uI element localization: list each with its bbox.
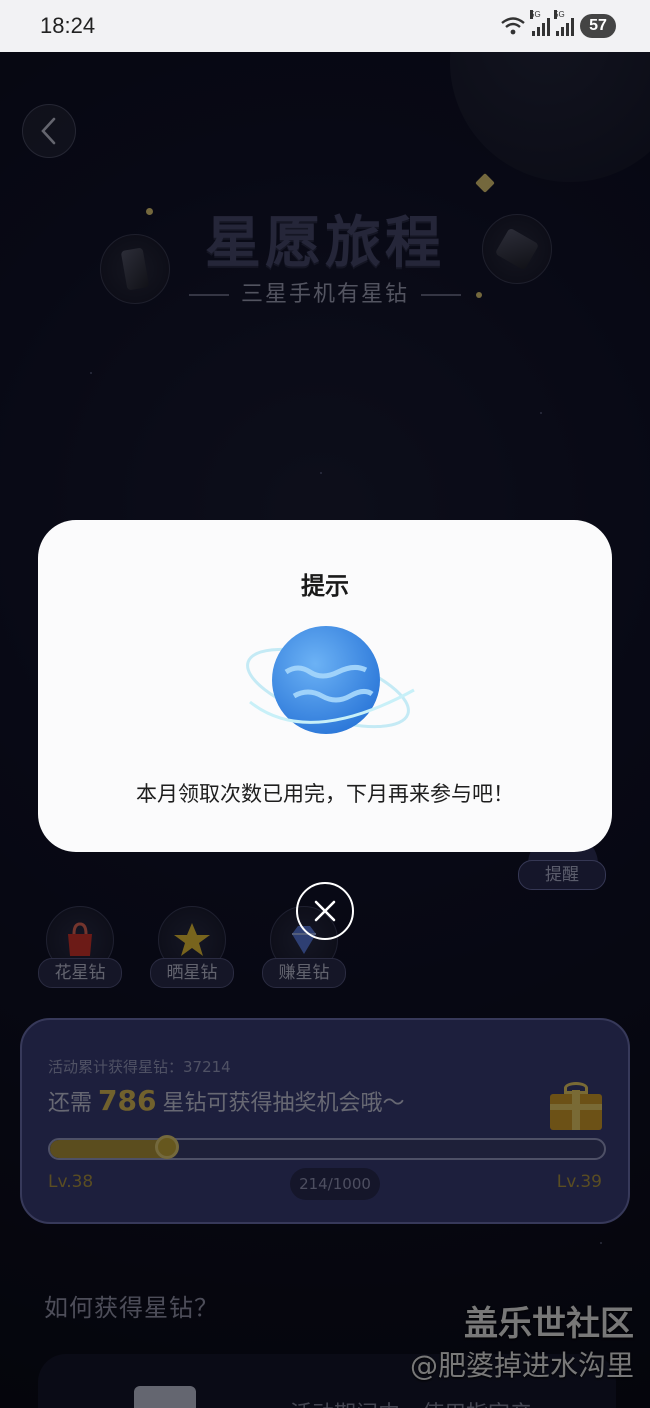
close-icon bbox=[314, 900, 336, 922]
signal-icon-1: 5G bbox=[530, 10, 550, 36]
wifi-icon bbox=[501, 17, 525, 35]
dialog-title: 提示 bbox=[301, 572, 349, 600]
signal-1-tag: 5G bbox=[530, 10, 541, 19]
signal-icon-2: 5G bbox=[554, 10, 574, 36]
planet-icon bbox=[246, 626, 415, 734]
status-bar: 18:24 5G 5G 57 bbox=[0, 0, 650, 52]
notice-dialog: 提示 本月领取次数已用完，下月再来参与吧！ bbox=[38, 520, 612, 852]
signal-2-tag: 5G bbox=[554, 10, 565, 19]
status-icons: 5G 5G 57 bbox=[500, 10, 616, 38]
dialog-message: 本月领取次数已用完，下月再来参与吧！ bbox=[136, 782, 514, 806]
close-dialog-button[interactable] bbox=[296, 882, 354, 940]
battery-indicator: 57 bbox=[580, 14, 616, 38]
status-time: 18:24 bbox=[40, 13, 96, 38]
